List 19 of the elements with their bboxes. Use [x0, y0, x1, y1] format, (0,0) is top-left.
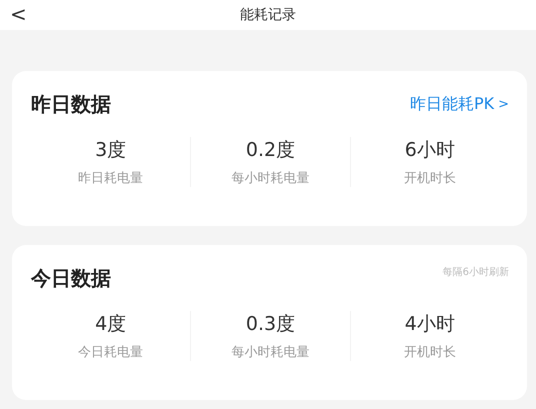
back-button[interactable]: <	[6, 2, 31, 26]
stat-label: 今日耗电量	[78, 344, 144, 361]
stat-value: 4度	[95, 312, 126, 337]
stat-value: 6小时	[404, 138, 455, 163]
card-title: 今日数据	[31, 264, 111, 292]
stat-label: 开机时长	[404, 344, 456, 361]
card-title: 昨日数据	[31, 90, 111, 118]
stat-value: 4小时	[404, 312, 455, 337]
stat-value: 0.3度	[246, 312, 296, 337]
stat-value: 3度	[95, 138, 126, 163]
page-title: 能耗记录	[240, 6, 296, 24]
stat-label: 每小时耗电量	[231, 170, 310, 187]
stat-label: 每小时耗电量	[231, 344, 310, 361]
stat-label: 昨日耗电量	[78, 170, 144, 187]
yesterday-pk-link[interactable]: 昨日能耗PK >	[410, 94, 509, 114]
stat-label: 开机时长	[404, 170, 456, 187]
stat-value: 0.2度	[246, 138, 296, 163]
chevron-icon: >	[498, 96, 509, 112]
refresh-note: 每隔6小时刷新	[442, 266, 509, 279]
